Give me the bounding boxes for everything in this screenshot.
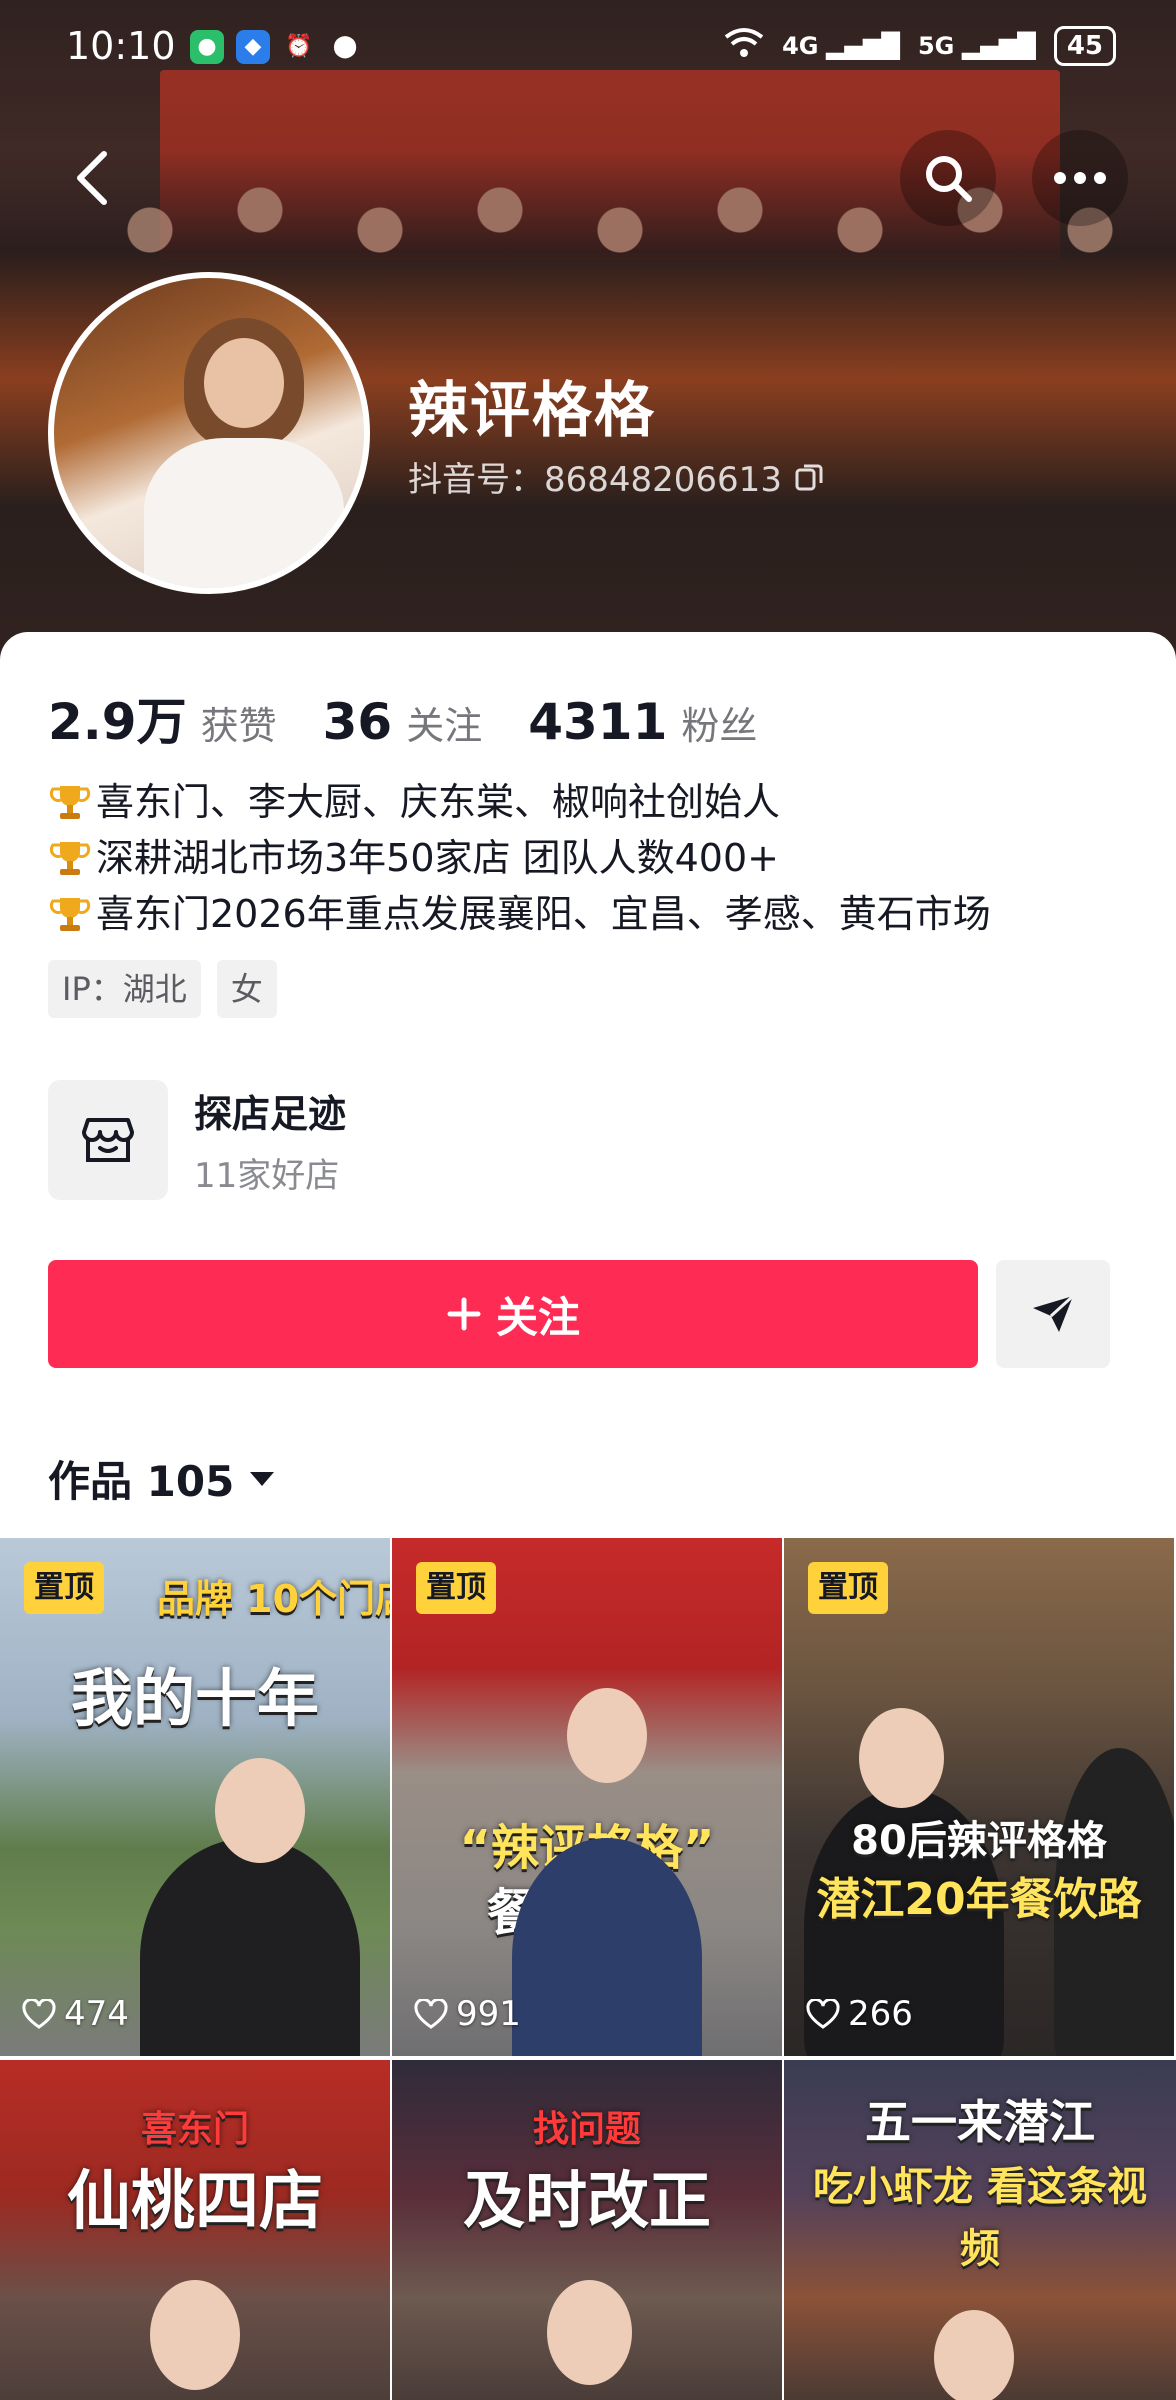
trophy-icon (49, 898, 91, 931)
pinned-badge: 置顶 (24, 1562, 104, 1614)
wifi-icon (724, 27, 764, 65)
heart-icon (22, 1999, 56, 2029)
profile-tags: IP：湖北 女 (48, 960, 277, 1018)
video-caption-main: 及时改正 (462, 2164, 711, 2237)
heart-icon (806, 1999, 840, 2029)
profile-name: 辣评格格 (408, 376, 656, 446)
copy-icon[interactable] (794, 462, 824, 492)
signal-5g-icon: 5G ▂▄▆█ (917, 32, 1036, 60)
video-thumbnail[interactable]: 五一来潜江 吃小虾龙 看这条视频 (784, 2060, 1176, 2400)
video-caption-main: 我的十年 (70, 1662, 319, 1735)
alarm-off-icon: ⏰ (285, 34, 313, 59)
location-icon: ⬤ (332, 34, 358, 59)
works-tab[interactable]: 作品 105 (48, 1448, 276, 1509)
search-icon (926, 156, 972, 202)
gender-tag: 女 (216, 960, 277, 1018)
video-caption-main: 吃小虾龙 看这条视频 (813, 2164, 1147, 2272)
more-options-button[interactable] (1032, 130, 1128, 226)
chevron-left-icon (77, 151, 107, 205)
back-button[interactable] (70, 148, 114, 208)
ip-location-tag: IP：湖北 (48, 960, 201, 1018)
heart-icon (414, 1999, 448, 2029)
stat-followers[interactable]: 4311 粉丝 (528, 693, 757, 751)
video-caption-main: 潜江20年餐饮路 (816, 1874, 1142, 1925)
douyin-id[interactable]: 抖音号：86848206613 (408, 452, 824, 501)
video-thumbnail[interactable]: “辣评格格” 餐饮老炮 置顶 991 (392, 1538, 784, 2056)
status-bar: 10:10 ● ◆ ⏰ ⬤ 4G ▂▄▆█ 5G ▂▄▆█ 45 (0, 0, 1176, 96)
follow-button[interactable]: 关注 (48, 1260, 978, 1368)
bio-line: 深耕湖北市场3年50家店 团队人数400+ (48, 830, 1148, 886)
app-notification-icon: ● (190, 30, 224, 64)
video-grid: 品牌 10个门店 我的十年 置顶 474 “辣评格格” 餐饮老炮 置顶 991 (0, 1538, 1176, 2400)
video-caption-top: 80后辣评格格 (851, 1818, 1107, 1864)
douyin-id-text: 抖音号：86848206613 (408, 460, 782, 500)
plus-icon (447, 1297, 481, 1331)
send-icon (1033, 1294, 1075, 1332)
stat-likes[interactable]: 2.9万 获赞 (48, 682, 277, 754)
avatar[interactable] (48, 272, 370, 594)
trophy-icon (49, 842, 91, 875)
video-thumbnail[interactable]: 80后辣评格格 潜江20年餐饮路 置顶 266 (784, 1538, 1176, 2056)
app-notification-icon: ◆ (236, 30, 270, 64)
bio-line: 喜东门2026年重点发展襄阳、宜昌、孝感、黄石市场 (48, 886, 1148, 942)
pinned-badge: 置顶 (808, 1562, 888, 1614)
more-dots-icon (1054, 172, 1106, 184)
stat-following[interactable]: 36 关注 (323, 693, 483, 751)
profile-card: 2.9万 获赞 36 关注 4311 粉丝 喜东门、李大厨、庆东棠、椒响社创始人… (0, 632, 1176, 2400)
store-visits-entry[interactable]: 探店足迹 11家好店 (48, 1080, 346, 1200)
video-thumbnail[interactable]: 品牌 10个门店 我的十年 置顶 474 (0, 1538, 392, 2056)
like-count: 266 (806, 1994, 913, 2034)
video-caption-top: 找问题 (532, 2109, 641, 2150)
status-right: 4G ▂▄▆█ 5G ▂▄▆█ 45 (724, 26, 1116, 66)
trophy-icon (49, 786, 91, 819)
profile-stats: 2.9万 获赞 36 关注 4311 粉丝 (48, 682, 757, 754)
profile-bio: 喜东门、李大厨、庆东棠、椒响社创始人 深耕湖北市场3年50家店 团队人数400+… (48, 774, 1148, 942)
store-icon (48, 1080, 168, 1200)
like-count: 991 (414, 1994, 521, 2034)
caret-down-icon (250, 1471, 275, 1486)
like-count: 474 (22, 1994, 129, 2034)
video-thumbnail[interactable]: 找问题 及时改正 (392, 2060, 784, 2400)
pinned-badge: 置顶 (416, 1562, 496, 1614)
store-visits-title: 探店足迹 (194, 1092, 347, 1136)
video-caption-main: 仙桃四店 (67, 2165, 323, 2239)
video-caption-top: 喜东门 (140, 2109, 249, 2150)
signal-4g-icon: 4G ▂▄▆█ (782, 32, 900, 60)
search-button[interactable] (900, 130, 996, 226)
bio-line: 喜东门、李大厨、庆东棠、椒响社创始人 (48, 774, 1148, 830)
notification-icons: ● ◆ ⏰ ⬤ (190, 30, 362, 64)
battery-indicator: 45 (1053, 26, 1116, 66)
store-visits-count: 11家好店 (194, 1156, 340, 1196)
video-caption-top: 五一来潜江 (865, 2095, 1095, 2149)
status-time: 10:10 (66, 24, 176, 68)
video-thumbnail[interactable]: 喜东门 仙桃四店 (0, 2060, 392, 2400)
message-share-button[interactable] (996, 1260, 1110, 1368)
